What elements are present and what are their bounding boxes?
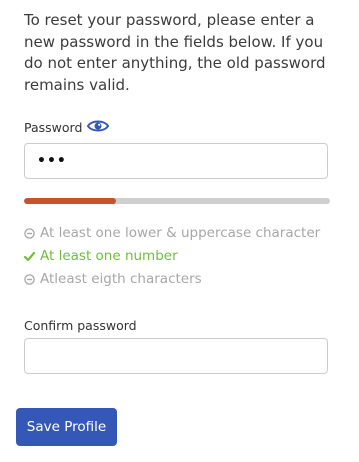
password-rule-text: At least one number — [40, 248, 178, 264]
password-label-row: Password — [24, 118, 110, 135]
save-profile-button[interactable]: Save Profile — [16, 408, 117, 446]
check-icon — [24, 251, 35, 262]
password-rules-list: At least one lower & uppercase character… — [24, 222, 320, 291]
password-strength-bar — [24, 198, 330, 204]
password-input[interactable] — [24, 143, 328, 179]
confirm-password-label: Confirm password — [24, 318, 137, 333]
confirm-password-input[interactable] — [24, 338, 328, 374]
minus-circle-icon — [24, 228, 35, 239]
password-rule-case: At least one lower & uppercase character — [24, 222, 320, 245]
password-strength-fill — [24, 198, 116, 204]
eye-icon[interactable] — [87, 118, 110, 134]
password-rule-text: At least one lower & uppercase character — [40, 225, 321, 241]
minus-circle-icon — [24, 274, 35, 285]
password-rule-number: At least one number — [24, 245, 320, 268]
password-label: Password — [24, 120, 83, 135]
password-rule-text: Atleast eigth characters — [40, 271, 202, 287]
intro-text: To reset your password, please enter a n… — [24, 11, 326, 94]
password-rule-length: Atleast eigth characters — [24, 268, 320, 291]
